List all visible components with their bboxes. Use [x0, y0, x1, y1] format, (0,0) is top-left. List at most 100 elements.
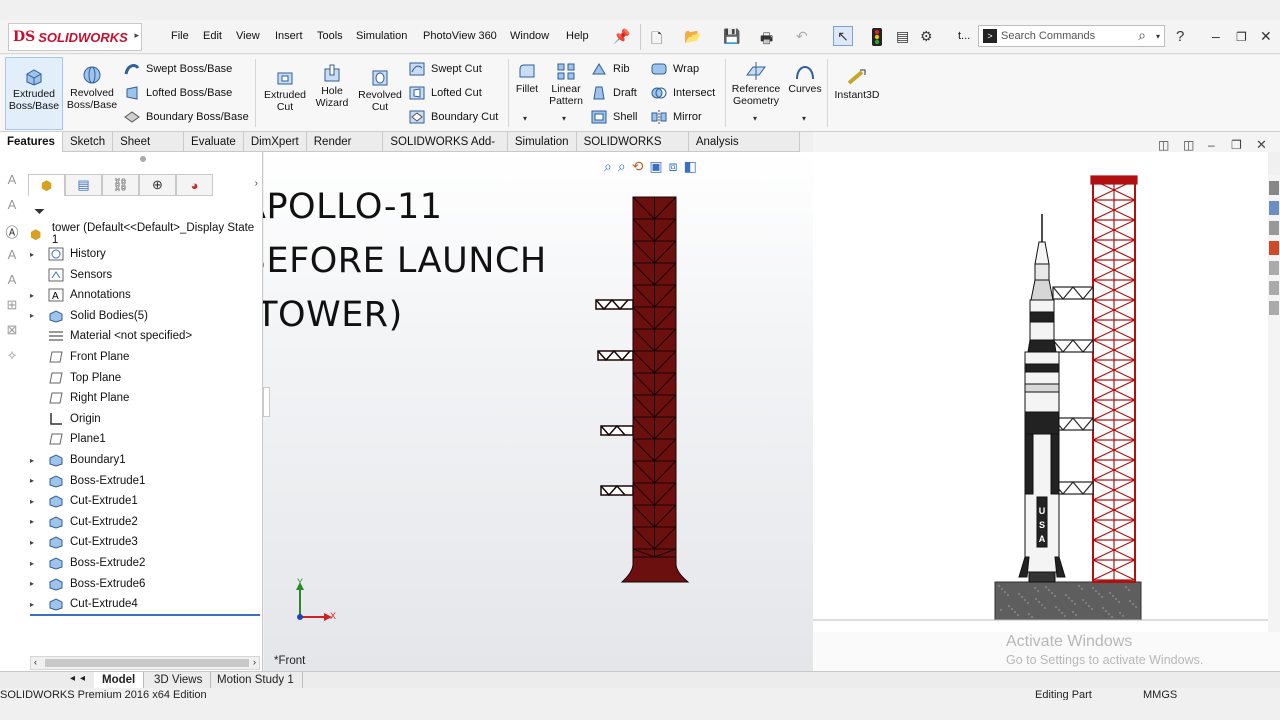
expand-arrow-icon[interactable]: ▸	[30, 517, 42, 526]
rib-button[interactable]: Rib	[591, 60, 630, 78]
minimize-icon[interactable]: –	[1212, 28, 1220, 44]
save-icon[interactable]: 💾	[723, 28, 740, 45]
feature-manager-tab[interactable]: ⬢	[28, 174, 65, 196]
tree-item[interactable]: ▸ Cut-Extrude4	[30, 594, 138, 614]
tab-3d-views[interactable]: 3D Views	[146, 672, 212, 688]
extruded-cut-button[interactable]: Extruded Cut	[260, 57, 310, 130]
menu-simulation[interactable]: Simulation	[356, 30, 407, 42]
boundary-cut-button[interactable]: Boundary Cut	[409, 108, 498, 126]
boundary-boss-button[interactable]: Boundary Boss/Base	[124, 108, 249, 126]
expand-arrow-icon[interactable]: ▸	[30, 559, 42, 568]
menu-edit[interactable]: Edit	[203, 30, 222, 42]
nav-back-icon[interactable]: ◫	[1158, 138, 1169, 152]
tree-item[interactable]: Plane1	[30, 429, 106, 449]
fillet-dropdown-icon[interactable]: ▾	[523, 114, 527, 123]
tree-item[interactable]: ▸ A Annotations	[30, 285, 131, 305]
reference-dropdown-icon[interactable]: ▾	[753, 114, 757, 123]
pattern-dropdown-icon[interactable]: ▾	[562, 114, 566, 123]
tree-root[interactable]: ⬢ tower (Default<<Default>_Display State…	[30, 222, 262, 246]
tree-item[interactable]: Origin	[30, 409, 101, 429]
help-icon[interactable]: ?	[1176, 28, 1184, 45]
tree-item[interactable]: ▸ Cut-Extrude3	[30, 532, 138, 552]
task-pane-recorder-icon[interactable]	[1269, 281, 1279, 295]
tree-item[interactable]: Sensors	[30, 265, 112, 285]
scroll-thumb[interactable]	[45, 659, 249, 667]
instant3d-button[interactable]: Instant3D	[831, 57, 883, 117]
task-pane-library-icon[interactable]	[1269, 201, 1279, 215]
tree-item[interactable]: Right Plane	[30, 388, 129, 408]
tree-item[interactable]: ▸ Boss-Extrude6	[30, 574, 145, 594]
search-icon[interactable]: ⌕	[1138, 27, 1146, 44]
tab-motion-study[interactable]: Motion Study 1	[209, 672, 303, 688]
swept-cut-button[interactable]: Swept Cut	[409, 60, 482, 78]
expand-arrow-icon[interactable]: ▸	[30, 456, 42, 465]
feature-tree-hscrollbar[interactable]: ‹ ›	[30, 656, 260, 670]
options-gear-icon[interactable]: ⚙	[920, 28, 933, 45]
task-pane-appearances-icon[interactable]	[1269, 241, 1279, 255]
status-units[interactable]: MMGS	[1143, 688, 1177, 700]
close-icon[interactable]: ✕	[1260, 28, 1272, 45]
expand-arrow-icon[interactable]: ▸	[30, 579, 42, 588]
task-pane-extra-icon[interactable]	[1269, 301, 1279, 315]
menu-help[interactable]: Help	[566, 30, 589, 42]
pin-icon[interactable]: 📌	[613, 28, 630, 45]
child-restore-icon[interactable]: ❐	[1231, 138, 1242, 152]
extruded-boss-button[interactable]: Extruded Boss/Base	[5, 57, 63, 130]
datum-tool-icon[interactable]: ⊠	[2, 322, 22, 342]
expand-arrow-icon[interactable]: ▸	[30, 600, 42, 609]
child-close-icon[interactable]: ✕	[1256, 137, 1267, 153]
wrap-button[interactable]: Wrap	[651, 60, 699, 78]
select-pointer-icon[interactable]: ↖	[833, 26, 853, 46]
logo-arrow-icon[interactable]: ▸	[134, 30, 139, 41]
tree-item[interactable]: ▸ Solid Bodies(5)	[30, 306, 148, 326]
lofted-boss-button[interactable]: Lofted Boss/Base	[124, 84, 232, 102]
menu-insert[interactable]: Insert	[275, 30, 303, 42]
tab-dimxpert[interactable]: DimXpert	[244, 132, 307, 152]
configuration-manager-tab[interactable]: ⛓	[102, 174, 139, 196]
lofted-cut-button[interactable]: Lofted Cut	[409, 84, 482, 102]
menu-file[interactable]: File	[171, 30, 189, 42]
panel-more-icon[interactable]: ›	[255, 178, 258, 189]
curves-dropdown-icon[interactable]: ▾	[802, 114, 806, 123]
restore-icon[interactable]: ❐	[1236, 30, 1247, 44]
search-commands-input[interactable]	[1001, 28, 1131, 44]
tab-nav-first-icon[interactable]: ◂	[70, 673, 75, 684]
tab-sheet-metal[interactable]: Sheet Metal	[113, 132, 185, 168]
tab-model[interactable]: Model	[94, 672, 145, 688]
menu-photoview[interactable]: PhotoView 360	[423, 30, 497, 42]
scroll-left-icon[interactable]: ‹	[34, 657, 37, 667]
print-icon[interactable]: 🖶	[760, 28, 773, 52]
traffic-light-icon[interactable]	[872, 28, 882, 49]
expand-arrow-icon[interactable]: ▸	[30, 497, 42, 506]
text-tool-icon[interactable]: A	[2, 172, 22, 192]
tab-sketch[interactable]: Sketch	[63, 132, 114, 152]
hole-wizard-button[interactable]: Hole Wizard	[310, 57, 354, 130]
solidworks-logo[interactable]: DS SOLIDWORKS ▸	[8, 23, 142, 51]
tab-render-tools[interactable]: Render Tools	[307, 132, 384, 168]
property-manager-tab[interactable]: ▤	[65, 174, 102, 196]
dimxpert-manager-tab[interactable]: ⊕	[139, 174, 176, 196]
annotate-tool-icon[interactable]: A	[2, 197, 22, 217]
graphics-area-right[interactable]: U S A	[813, 152, 1268, 632]
tree-item[interactable]: ▸ History	[30, 244, 106, 264]
filter-icon[interactable]: ⏷	[34, 203, 45, 220]
task-pane-home-icon[interactable]	[1269, 181, 1279, 195]
hatch-tool-icon[interactable]: ⟡	[2, 347, 22, 367]
tree-item[interactable]: ▸ Boss-Extrude1	[30, 471, 145, 491]
tree-item[interactable]: ▸ Cut-Extrude2	[30, 512, 138, 532]
expand-arrow-icon[interactable]: ▸	[30, 291, 42, 300]
menu-window[interactable]: Window	[510, 30, 549, 42]
tab-analysis-preparation[interactable]: Analysis Preparation	[689, 132, 800, 168]
display-manager-tab[interactable]: ◕	[176, 174, 213, 196]
intersect-button[interactable]: Intersect	[651, 84, 715, 102]
note-tool-icon[interactable]: Ⓐ	[2, 222, 22, 242]
revolved-boss-button[interactable]: Revolved Boss/Base	[66, 57, 118, 130]
undo-icon[interactable]: ↶	[796, 28, 808, 45]
weld-tool-icon[interactable]: A	[2, 272, 22, 292]
task-pane-custom-icon[interactable]	[1269, 261, 1279, 275]
nav-forward-icon[interactable]: ◫	[1183, 138, 1194, 152]
task-pane-files-icon[interactable]	[1269, 221, 1279, 235]
rollback-bar[interactable]	[30, 614, 260, 616]
draft-button[interactable]: Draft	[591, 84, 637, 102]
search-dropdown-icon[interactable]: ▾	[1156, 32, 1160, 41]
